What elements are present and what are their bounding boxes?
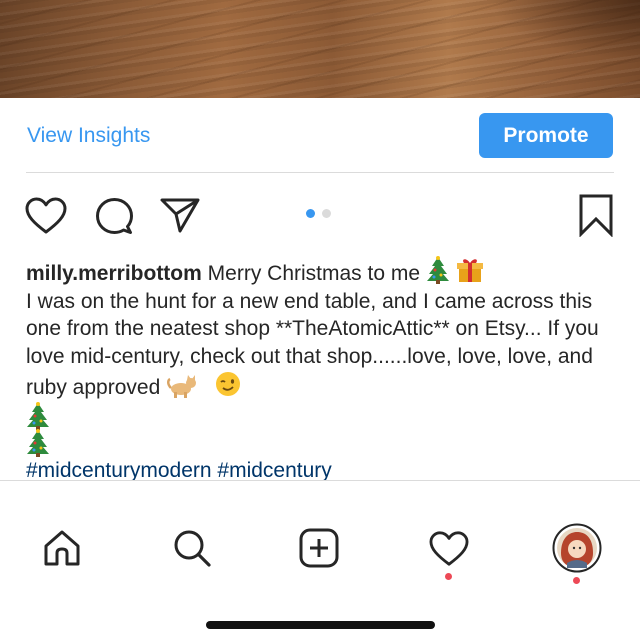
search-icon[interactable]	[172, 528, 212, 568]
profile-notification-dot	[573, 577, 580, 584]
post-photo[interactable]	[0, 0, 640, 98]
photo-shadow	[490, 0, 640, 60]
caption-body: I was on the hunt for a new end table, a…	[26, 289, 599, 400]
cat-emoji	[167, 375, 197, 398]
divider	[26, 172, 614, 173]
christmas-tree-emoji	[27, 401, 49, 430]
christmas-tree-emoji	[426, 256, 449, 284]
christmas-tree-emoji	[27, 429, 49, 457]
post-caption: milly.merribottom Merry Christmas to me …	[26, 256, 616, 484]
share-icon[interactable]	[158, 195, 202, 235]
carousel-dot-active	[306, 209, 315, 218]
activity-icon[interactable]	[428, 530, 470, 568]
bookmark-icon[interactable]	[578, 193, 614, 237]
caption-username[interactable]: milly.merribottom	[26, 262, 202, 285]
view-insights-link[interactable]: View Insights	[27, 124, 150, 148]
home-icon[interactable]	[43, 529, 81, 567]
gift-emoji	[456, 259, 483, 282]
tab-bar	[0, 480, 640, 641]
home-indicator	[206, 621, 435, 629]
caption-tree-line-2	[26, 429, 616, 457]
heart-icon[interactable]	[24, 196, 68, 236]
wink-emoji	[215, 372, 240, 396]
profile-avatar[interactable]	[552, 523, 602, 573]
new-post-icon[interactable]	[299, 528, 339, 568]
caption-first-line: Merry Christmas to me	[207, 262, 421, 285]
caption-tree-line-1	[26, 401, 616, 430]
carousel-dot	[322, 209, 331, 218]
activity-notification-dot	[445, 573, 452, 580]
promote-button[interactable]: Promote	[479, 113, 613, 158]
comment-icon[interactable]	[93, 195, 135, 237]
